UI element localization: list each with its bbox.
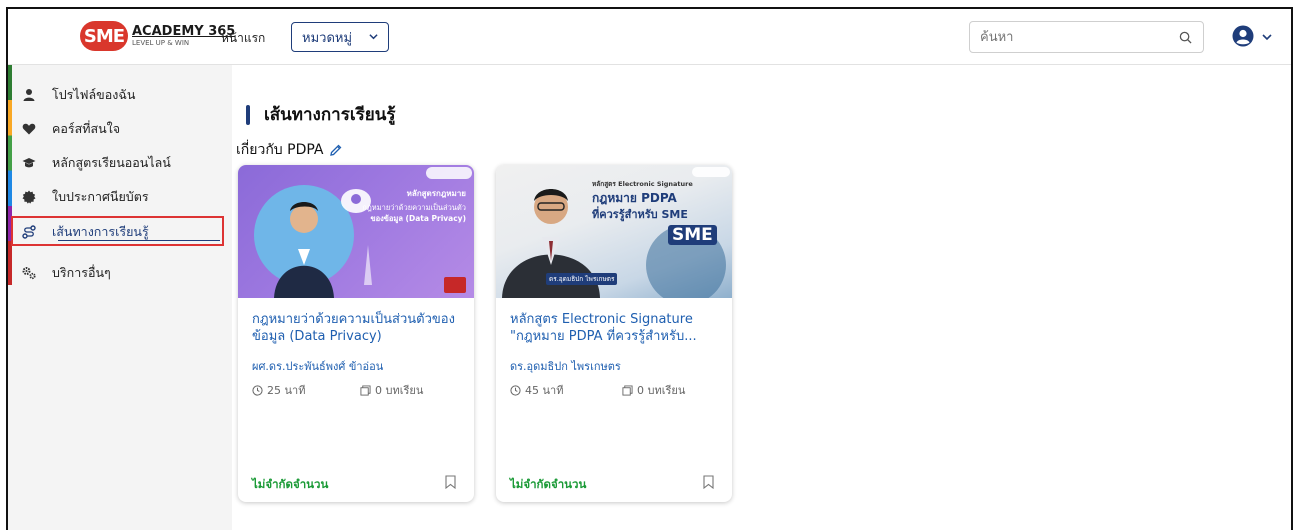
pencil-edit-icon[interactable] [329,144,342,156]
course-duration: 45 นาที [510,381,563,399]
search-box [969,21,1204,53]
main-content: เส้นทางการเรียนรู้ เกี่ยวกับ PDPA หลักสู… [232,65,1291,530]
sidebar-item-label: บริการอื่นๆ [52,265,111,280]
site-logo[interactable]: SME ACADEMY 365 LEVEL UP & WIN [77,17,236,55]
course-instructor[interactable]: ผศ.ดร.ประพันธ์พงศ์ ข้าอ่อน [252,357,383,375]
sidebar-item-label: ใบประกาศนียบัตร [52,189,149,204]
course-lessons: 0 บทเรียน [622,381,685,399]
sidebar-item-label: โปรไฟล์ของฉัน [52,87,136,102]
thumb-line2: ที่ควรรู้สำหรับ SME [592,208,688,221]
course-price: ไม่จำกัดจำนวน [252,477,329,491]
course-card[interactable]: หลักสูตร Electronic Signature กฎหมาย PDP… [496,165,732,502]
heart-icon [22,123,36,135]
sidebar-item-certificates[interactable]: ใบประกาศนียบัตร [22,185,149,209]
page-title-text: เส้นทางการเรียนรู้ [264,105,396,125]
sidebar-item-profile[interactable]: โปรไฟล์ของฉัน [22,83,135,107]
user-icon [23,89,35,101]
home-link[interactable]: หน้าแรก [221,29,265,48]
logo-tagline: LEVEL UP & WIN [132,39,190,47]
course-price: ไม่จำกัดจำนวน [510,477,587,491]
course-duration: 25 นาที [252,381,305,399]
duration-text: 25 นาที [267,384,306,397]
bookmark-icon[interactable] [445,475,456,489]
course-card[interactable]: หลักสูตรกฎหมาย กฎหมายว่าด้วยความเป็นส่วน… [238,165,474,502]
account-chevron-down-icon[interactable] [1262,32,1272,42]
category-dropdown-button[interactable]: หมวดหมู่ [291,22,389,52]
graduation-cap-icon [22,158,36,168]
sidebar-item-label: หลักสูตรเรียนออนไลน์ [52,155,171,170]
top-navbar: SME ACADEMY 365 LEVEL UP & WIN หน้าแรก ห… [8,9,1291,65]
user-account-icon[interactable] [1232,25,1254,47]
sidebar-item-favorites[interactable]: คอร์สที่สนใจ [22,117,120,141]
sidebar-item-online-courses[interactable]: หลักสูตรเรียนออนไลน์ [22,151,171,175]
course-title[interactable]: หลักสูตร Electronic Signature "กฎหมาย PD… [510,311,722,345]
category-label: หมวดหมู่ [302,30,353,46]
cogs-icon [22,267,36,280]
thumb-heading: หลักสูตร Electronic Signature [592,180,693,188]
learning-path-name: เกี่ยวกับ PDPA [236,139,342,161]
sidebar-color-stripe [8,65,12,285]
learning-path-title: เกี่ยวกับ PDPA [236,142,324,158]
sidebar: โปรไฟล์ของฉัน คอร์สที่สนใจ หลักสูตรเรียน… [8,65,232,530]
clock-icon [510,384,521,396]
clock-icon [252,384,263,396]
sidebar-item-label: คอร์สที่สนใจ [52,121,121,136]
active-item-highlight [11,216,224,246]
active-item-underline [58,240,220,241]
course-instructor[interactable]: ดร.อุดมธิปก ไพรเกษตร [510,357,621,375]
page-title: เส้นทางการเรียนรู้ [246,101,395,128]
lessons-text: 0 บทเรียน [375,384,424,397]
thumb-name-tag: ดร.อุดมธิปก ไพรเกษตร [546,273,618,285]
bookmark-icon[interactable] [703,475,714,489]
search-input[interactable] [970,22,1160,52]
logo-title: ACADEMY 365 [132,24,236,39]
chevron-down-icon [369,34,378,40]
app-window: SME ACADEMY 365 LEVEL UP & WIN หน้าแรก ห… [6,7,1293,530]
duration-text: 45 นาที [525,384,564,397]
lessons-text: 0 บทเรียน [637,384,686,397]
search-icon[interactable] [1179,31,1192,44]
logo-badge: SME [77,21,128,51]
course-lessons: 0 บทเรียน [360,381,423,399]
thumb-sme-badge: SME [668,225,717,245]
course-thumbnail[interactable]: หลักสูตร Electronic Signature กฎหมาย PDP… [496,165,732,298]
sidebar-item-other-services[interactable]: บริการอื่นๆ [22,261,111,285]
lessons-icon [360,384,371,396]
thumb-heading: หลักสูตรกฎหมาย [406,189,466,198]
course-title[interactable]: กฎหมายว่าด้วยความเป็นส่วนตัวของข้อมูล (D… [252,311,464,345]
certificate-icon [22,190,36,204]
lessons-icon [622,384,633,396]
title-accent-bar [246,104,250,125]
thumb-line2: ของข้อมูล (Data Privacy) [370,214,466,223]
thumbnail-illustration [254,167,472,298]
course-thumbnail[interactable]: หลักสูตรกฎหมาย กฎหมายว่าด้วยความเป็นส่วน… [238,165,474,298]
